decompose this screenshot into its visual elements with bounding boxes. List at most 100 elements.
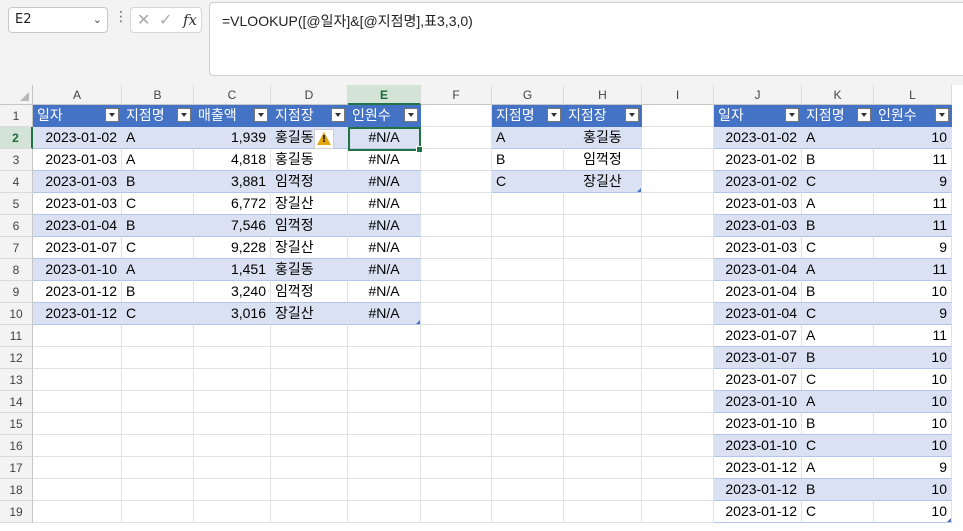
table3-cell[interactable]: A — [802, 127, 874, 149]
row-header-14[interactable]: 14 — [0, 391, 33, 413]
grid-cell[interactable] — [564, 215, 642, 237]
row-header-3[interactable]: 3 — [0, 149, 33, 171]
table2-cell[interactable]: B — [492, 149, 564, 171]
grid-cell[interactable] — [421, 193, 492, 215]
table2-cell[interactable]: C — [492, 171, 564, 193]
table1-cell[interactable]: 장길산 — [271, 237, 348, 259]
table1-cell[interactable]: 2023-01-12 — [33, 303, 122, 325]
table-resize-handle-icon[interactable] — [637, 188, 641, 192]
grid-cell[interactable] — [492, 325, 564, 347]
table1-cell[interactable]: #N/A — [348, 281, 421, 303]
table3-cell[interactable]: 2023-01-04 — [714, 281, 802, 303]
grid-cell[interactable] — [421, 259, 492, 281]
table3-header-cell[interactable]: 일자 — [714, 105, 802, 127]
warning-icon[interactable] — [314, 129, 334, 149]
grid-cell[interactable] — [194, 413, 271, 435]
table3-cell[interactable]: B — [802, 215, 874, 237]
grid-cell[interactable] — [194, 369, 271, 391]
table3-cell[interactable]: B — [802, 347, 874, 369]
table3-cell[interactable]: 2023-01-12 — [714, 501, 802, 523]
grid-cell[interactable] — [564, 259, 642, 281]
table1-cell[interactable]: C — [122, 193, 194, 215]
table3-cell[interactable]: 9 — [874, 171, 952, 193]
grid-cell[interactable] — [492, 479, 564, 501]
grid-cell[interactable] — [642, 479, 714, 501]
table1-header-cell[interactable]: 인원수 — [348, 105, 421, 127]
table1-cell[interactable]: 3,240 — [194, 281, 271, 303]
table1-cell[interactable]: 임꺽정 — [271, 215, 348, 237]
column-header-l[interactable]: L — [874, 85, 952, 105]
grid-cell[interactable] — [348, 391, 421, 413]
grid-cell[interactable] — [33, 479, 122, 501]
table3-cell[interactable]: 2023-01-07 — [714, 369, 802, 391]
row-header-13[interactable]: 13 — [0, 369, 33, 391]
table2-cell[interactable]: 홍길동 — [564, 127, 642, 149]
grid-cell[interactable] — [564, 347, 642, 369]
table3-cell[interactable]: A — [802, 457, 874, 479]
grid-cell[interactable] — [492, 303, 564, 325]
row-header-8[interactable]: 8 — [0, 259, 33, 281]
grid-cell[interactable] — [348, 347, 421, 369]
grid-cell[interactable] — [194, 457, 271, 479]
table1-header-cell[interactable]: 지점장 — [271, 105, 348, 127]
row-header-9[interactable]: 9 — [0, 281, 33, 303]
filter-dropdown-icon[interactable] — [935, 108, 949, 122]
name-box[interactable]: E2 ⌄ — [8, 7, 108, 33]
row-header-16[interactable]: 16 — [0, 435, 33, 457]
table3-cell[interactable]: 9 — [874, 303, 952, 325]
column-header-k[interactable]: K — [802, 85, 874, 105]
table1-cell[interactable]: 4,818 — [194, 149, 271, 171]
table3-cell[interactable]: 10 — [874, 281, 952, 303]
table3-cell[interactable]: 10 — [874, 347, 952, 369]
grid-cell[interactable] — [122, 391, 194, 413]
table3-cell[interactable]: 9 — [874, 237, 952, 259]
table3-cell[interactable]: A — [802, 193, 874, 215]
table1-cell[interactable]: A — [122, 259, 194, 281]
table3-cell[interactable]: A — [802, 325, 874, 347]
grid-cell[interactable] — [122, 347, 194, 369]
grid-cell[interactable] — [421, 149, 492, 171]
grid-cell[interactable] — [33, 501, 122, 523]
table1-cell[interactable]: C — [122, 237, 194, 259]
column-header-b[interactable]: B — [122, 85, 194, 105]
filter-dropdown-icon[interactable] — [857, 108, 871, 122]
table1-cell[interactable]: #N/A — [348, 149, 421, 171]
table3-cell[interactable]: B — [802, 149, 874, 171]
grid-cell[interactable] — [492, 457, 564, 479]
table1-cell[interactable]: 홍길동 — [271, 127, 348, 149]
grid-cell[interactable] — [492, 237, 564, 259]
filter-dropdown-icon[interactable] — [105, 108, 119, 122]
row-header-1[interactable]: 1 — [0, 105, 33, 127]
table3-cell[interactable]: C — [802, 171, 874, 193]
grid-cell[interactable] — [348, 435, 421, 457]
table1-cell[interactable]: 1,939 — [194, 127, 271, 149]
table1-cell[interactable]: #N/A — [348, 193, 421, 215]
table1-cell[interactable]: 임꺽정 — [271, 281, 348, 303]
table3-cell[interactable]: 10 — [874, 369, 952, 391]
grid-cell[interactable] — [492, 435, 564, 457]
grid-cell[interactable] — [642, 215, 714, 237]
select-all-corner[interactable] — [0, 85, 33, 105]
table3-cell[interactable]: 10 — [874, 391, 952, 413]
table1-cell[interactable]: 9,228 — [194, 237, 271, 259]
table3-cell[interactable]: C — [802, 237, 874, 259]
table3-cell[interactable]: C — [802, 369, 874, 391]
table3-cell[interactable]: 2023-01-12 — [714, 479, 802, 501]
grid-cell[interactable] — [642, 303, 714, 325]
row-header-12[interactable]: 12 — [0, 347, 33, 369]
grid-cell[interactable] — [421, 479, 492, 501]
table3-cell[interactable]: 10 — [874, 501, 952, 523]
grid-cell[interactable] — [33, 457, 122, 479]
grid-cell[interactable] — [271, 347, 348, 369]
table2-cell[interactable]: 장길산 — [564, 171, 642, 193]
row-header-17[interactable]: 17 — [0, 457, 33, 479]
grid-cell[interactable] — [271, 435, 348, 457]
column-header-j[interactable]: J — [714, 85, 802, 105]
grid-cell[interactable] — [564, 391, 642, 413]
table3-cell[interactable]: C — [802, 435, 874, 457]
grid-cell[interactable] — [194, 501, 271, 523]
insert-function-icon[interactable]: fx — [183, 11, 197, 29]
grid-cell[interactable] — [33, 391, 122, 413]
table3-cell[interactable]: 10 — [874, 413, 952, 435]
row-header-15[interactable]: 15 — [0, 413, 33, 435]
